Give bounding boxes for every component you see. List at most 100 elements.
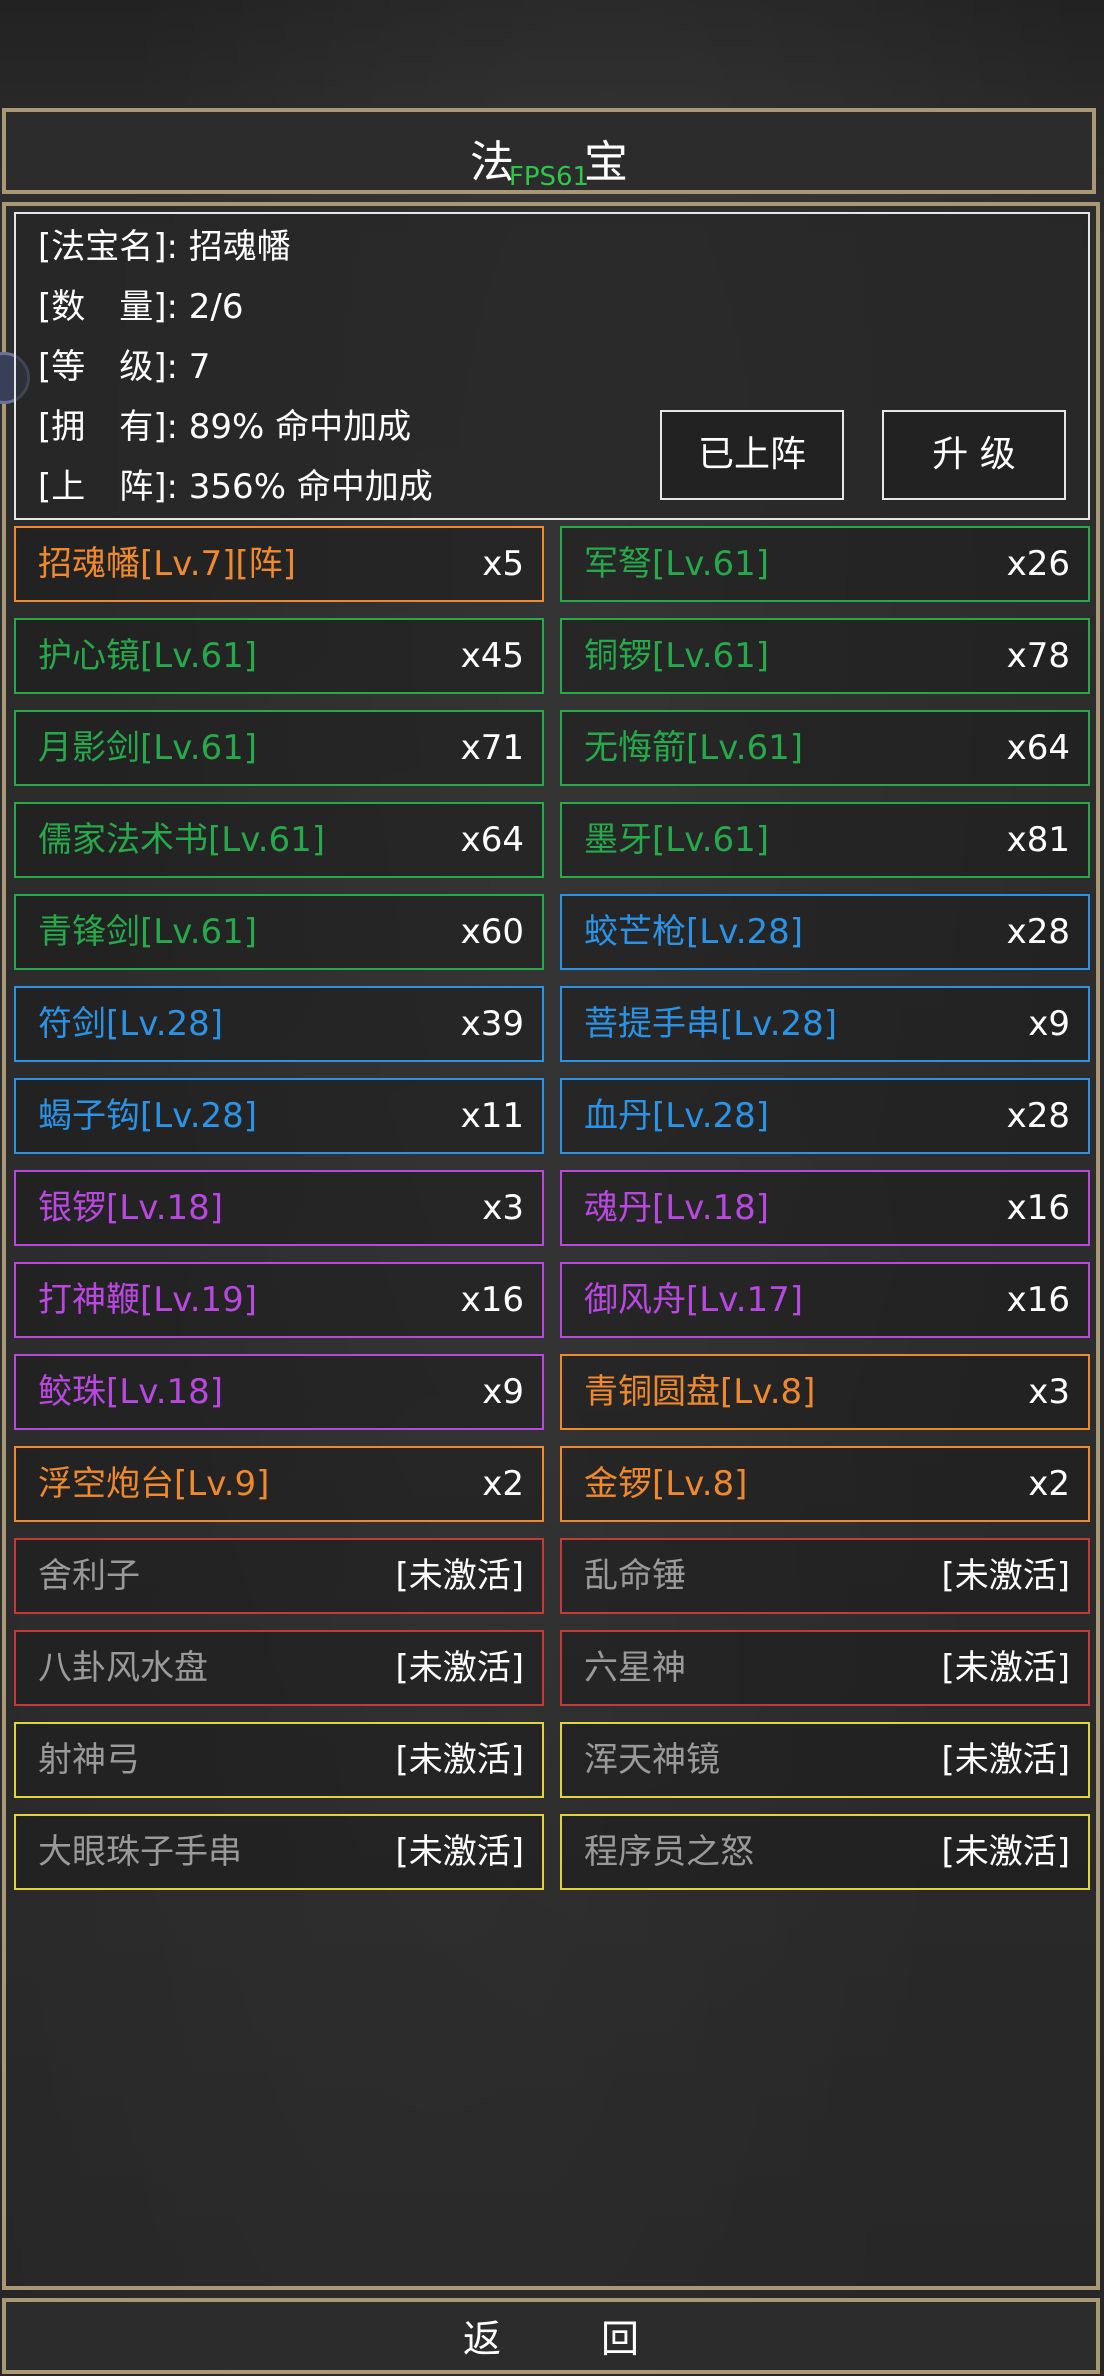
treasure-item-name: 乱命锤 bbox=[584, 1556, 686, 1596]
info-deployed-row: [上 阵]: 356% 命中加成 bbox=[38, 462, 433, 512]
treasure-item[interactable]: 浑天神镜 [未激活] bbox=[560, 1722, 1090, 1798]
treasure-item[interactable]: 鲛珠[Lv.18] x9 bbox=[14, 1354, 544, 1430]
treasure-item-count: [未激活] bbox=[395, 1832, 524, 1872]
treasure-item[interactable]: 蝎子钩[Lv.28] x11 bbox=[14, 1078, 544, 1154]
treasure-item-name: 蝎子钩[Lv.28] bbox=[38, 1096, 258, 1136]
treasure-item[interactable]: 程序员之怒 [未激活] bbox=[560, 1814, 1090, 1890]
treasure-item-count: x26 bbox=[1006, 544, 1070, 584]
treasure-item-name: 浑天神镜 bbox=[584, 1740, 720, 1780]
treasure-item[interactable]: 青铜圆盘[Lv.8] x3 bbox=[560, 1354, 1090, 1430]
info-owned-row: [拥 有]: 89% 命中加成 bbox=[38, 402, 411, 452]
treasure-item[interactable]: 无悔箭[Lv.61] x64 bbox=[560, 710, 1090, 786]
treasure-item[interactable]: 御风舟[Lv.17] x16 bbox=[560, 1262, 1090, 1338]
treasure-item[interactable]: 墨牙[Lv.61] x81 bbox=[560, 802, 1090, 878]
treasure-item-count: x16 bbox=[1006, 1280, 1070, 1320]
info-label: [法宝名]: bbox=[38, 227, 178, 267]
treasure-item-count: x28 bbox=[1006, 1096, 1070, 1136]
treasure-item[interactable]: 射神弓 [未激活] bbox=[14, 1722, 544, 1798]
treasure-item[interactable]: 招魂幡[Lv.7][阵] x5 bbox=[14, 526, 544, 602]
treasure-item-name: 鲛珠[Lv.18] bbox=[38, 1372, 224, 1412]
treasure-item-count: x9 bbox=[1028, 1004, 1070, 1044]
fps-counter: FPS61 bbox=[508, 162, 590, 192]
treasure-item-name: 血丹[Lv.28] bbox=[584, 1096, 770, 1136]
info-label: [拥 有]: bbox=[38, 407, 178, 447]
treasure-item-name: 金锣[Lv.8] bbox=[584, 1464, 748, 1504]
treasure-item[interactable]: 大眼珠子手串 [未激活] bbox=[14, 1814, 544, 1890]
treasure-item[interactable]: 护心镜[Lv.61] x45 bbox=[14, 618, 544, 694]
treasure-item-count: x2 bbox=[482, 1464, 524, 1504]
treasure-item-name: 御风舟[Lv.17] bbox=[584, 1280, 804, 1320]
treasure-item-name: 青锋剑[Lv.61] bbox=[38, 912, 258, 952]
treasure-item-name: 程序员之怒 bbox=[584, 1832, 754, 1872]
treasure-item-name: 青铜圆盘[Lv.8] bbox=[584, 1372, 816, 1412]
treasure-item-name: 护心镜[Lv.61] bbox=[38, 636, 258, 676]
treasure-item[interactable]: 舍利子 [未激活] bbox=[14, 1538, 544, 1614]
treasure-item-name: 蛟芒枪[Lv.28] bbox=[584, 912, 804, 952]
treasure-item[interactable]: 金锣[Lv.8] x2 bbox=[560, 1446, 1090, 1522]
info-value: 7 bbox=[188, 347, 211, 387]
treasure-item[interactable]: 血丹[Lv.28] x28 bbox=[560, 1078, 1090, 1154]
treasure-item-count: [未激活] bbox=[395, 1648, 524, 1688]
treasure-item-count: [未激活] bbox=[395, 1740, 524, 1780]
treasure-item[interactable]: 浮空炮台[Lv.9] x2 bbox=[14, 1446, 544, 1522]
treasure-item[interactable]: 八卦风水盘 [未激活] bbox=[14, 1630, 544, 1706]
treasure-item-name: 军弩[Lv.61] bbox=[584, 544, 770, 584]
treasure-info-panel: [法宝名]: 招魂幡 [数 量]: 2/6 [等 级]: 7 [拥 有]: 89… bbox=[14, 212, 1090, 520]
title-bar: 法 宝 FPS61 bbox=[2, 108, 1096, 194]
info-quantity-row: [数 量]: 2/6 bbox=[38, 282, 244, 332]
treasure-item-name: 魂丹[Lv.18] bbox=[584, 1188, 770, 1228]
treasure-item-count: [未激活] bbox=[941, 1556, 1070, 1596]
treasure-item-name: 儒家法术书[Lv.61] bbox=[38, 820, 326, 860]
treasure-item-name: 无悔箭[Lv.61] bbox=[584, 728, 804, 768]
treasure-item-count: x3 bbox=[1028, 1372, 1070, 1412]
treasure-item-count: x81 bbox=[1006, 820, 1070, 860]
treasure-item-count: x16 bbox=[1006, 1188, 1070, 1228]
info-name-row: [法宝名]: 招魂幡 bbox=[38, 222, 291, 272]
treasure-item-count: [未激活] bbox=[941, 1832, 1070, 1872]
treasure-item-count: x64 bbox=[1006, 728, 1070, 768]
treasure-item-name: 大眼珠子手串 bbox=[38, 1832, 242, 1872]
upgrade-button[interactable]: 升 级 bbox=[882, 410, 1066, 500]
treasure-item[interactable]: 月影剑[Lv.61] x71 bbox=[14, 710, 544, 786]
treasure-item-count: x9 bbox=[482, 1372, 524, 1412]
treasure-item[interactable]: 乱命锤 [未激活] bbox=[560, 1538, 1090, 1614]
treasure-item[interactable]: 铜锣[Lv.61] x78 bbox=[560, 618, 1090, 694]
treasure-item-count: x16 bbox=[460, 1280, 524, 1320]
treasure-item-name: 铜锣[Lv.61] bbox=[584, 636, 770, 676]
treasure-item-name: 月影剑[Lv.61] bbox=[38, 728, 258, 768]
info-value: 89% 命中加成 bbox=[188, 407, 412, 447]
back-button-label: 返 回 bbox=[462, 2317, 684, 2361]
treasure-item-name: 符剑[Lv.28] bbox=[38, 1004, 224, 1044]
treasure-item[interactable]: 青锋剑[Lv.61] x60 bbox=[14, 894, 544, 970]
treasure-item-count: x39 bbox=[460, 1004, 524, 1044]
treasure-item[interactable]: 符剑[Lv.28] x39 bbox=[14, 986, 544, 1062]
deployed-button[interactable]: 已上阵 bbox=[660, 410, 844, 500]
treasure-item-name: 舍利子 bbox=[38, 1556, 140, 1596]
treasure-item[interactable]: 魂丹[Lv.18] x16 bbox=[560, 1170, 1090, 1246]
info-level-row: [等 级]: 7 bbox=[38, 342, 210, 392]
treasure-item-name: 银锣[Lv.18] bbox=[38, 1188, 224, 1228]
treasure-item-count: x3 bbox=[482, 1188, 524, 1228]
treasure-item-count: x71 bbox=[460, 728, 524, 768]
treasure-item-name: 招魂幡[Lv.7][阵] bbox=[38, 544, 296, 584]
info-label: [上 阵]: bbox=[38, 467, 178, 507]
treasure-item[interactable]: 打神鞭[Lv.19] x16 bbox=[14, 1262, 544, 1338]
treasure-item-name: 射神弓 bbox=[38, 1740, 140, 1780]
treasure-item-count: [未激活] bbox=[941, 1648, 1070, 1688]
treasure-item[interactable]: 蛟芒枪[Lv.28] x28 bbox=[560, 894, 1090, 970]
treasure-item-name: 浮空炮台[Lv.9] bbox=[38, 1464, 270, 1504]
back-button[interactable]: 返 回 bbox=[2, 2298, 1100, 2374]
treasure-item[interactable]: 军弩[Lv.61] x26 bbox=[560, 526, 1090, 602]
treasure-item-name: 八卦风水盘 bbox=[38, 1648, 208, 1688]
treasure-item[interactable]: 儒家法术书[Lv.61] x64 bbox=[14, 802, 544, 878]
treasure-item[interactable]: 银锣[Lv.18] x3 bbox=[14, 1170, 544, 1246]
treasure-item[interactable]: 菩提手串[Lv.28] x9 bbox=[560, 986, 1090, 1062]
treasure-item-count: x45 bbox=[460, 636, 524, 676]
treasure-item-count: [未激活] bbox=[395, 1556, 524, 1596]
info-value: 2/6 bbox=[188, 287, 244, 327]
treasure-item[interactable]: 六星神 [未激活] bbox=[560, 1630, 1090, 1706]
info-label: [数 量]: bbox=[38, 287, 178, 327]
treasure-item-name: 六星神 bbox=[584, 1648, 686, 1688]
treasure-item-count: x78 bbox=[1006, 636, 1070, 676]
treasure-item-name: 打神鞭[Lv.19] bbox=[38, 1280, 258, 1320]
